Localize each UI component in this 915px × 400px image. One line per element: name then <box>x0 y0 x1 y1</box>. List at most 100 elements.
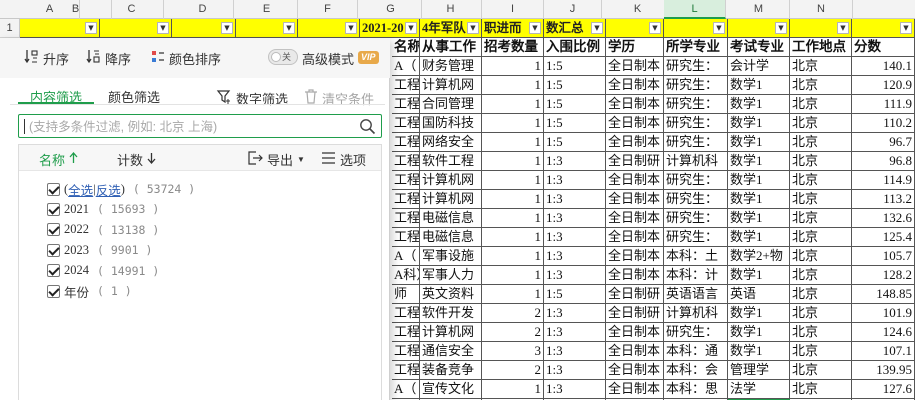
select-all-link[interactable]: 全选 <box>68 180 93 199</box>
table-cell[interactable]: 113.2 <box>852 190 915 209</box>
table-cell[interactable]: 工程 <box>392 152 420 171</box>
table-cell[interactable]: 全日制本 <box>606 380 664 399</box>
table-cell[interactable]: 北京 <box>790 228 852 247</box>
table-cell[interactable]: 北京 <box>790 95 852 114</box>
table-cell[interactable]: 1:3 <box>544 342 606 361</box>
filter-list-item[interactable]: 2024 ( 14991 ) <box>47 261 159 281</box>
table-cell[interactable]: 计算机科 <box>664 152 728 171</box>
table-cell[interactable]: 合同管理 <box>420 95 482 114</box>
table-cell[interactable]: 数学1 <box>728 304 790 323</box>
table-cell[interactable]: 1 <box>482 133 544 152</box>
table-cell[interactable]: 全日制研 <box>606 152 664 171</box>
table-cell[interactable]: 研究生： <box>664 114 728 133</box>
item-checkbox[interactable] <box>47 264 60 277</box>
table-cell[interactable]: 研究生： <box>664 228 728 247</box>
table-cell[interactable]: 研究生： <box>664 190 728 209</box>
title-cell[interactable]: ▼ <box>728 19 790 38</box>
table-cell[interactable]: 全日制本 <box>606 95 664 114</box>
table-cell[interactable]: 1 <box>482 190 544 209</box>
table-cell[interactable]: 1:5 <box>544 95 606 114</box>
table-cell[interactable]: 通信安全 <box>420 342 482 361</box>
table-cell[interactable]: 1:3 <box>544 209 606 228</box>
filter-dropdown-icon[interactable]: ▼ <box>837 22 849 34</box>
title-cell[interactable]: ▼ <box>236 19 298 38</box>
table-cell[interactable]: 1:5 <box>544 76 606 95</box>
table-cell[interactable]: 1:3 <box>544 228 606 247</box>
table-cell[interactable]: 全日制本 <box>606 171 664 190</box>
table-cell[interactable]: 本科：思 <box>664 380 728 399</box>
sort-ascending-button[interactable]: 升序 <box>24 48 69 68</box>
table-cell[interactable]: 数学1 <box>728 76 790 95</box>
field-header-cell[interactable]: 入围比例 <box>544 38 606 57</box>
table-cell[interactable]: 研究生： <box>664 76 728 95</box>
table-cell[interactable]: 北京 <box>790 323 852 342</box>
table-cell[interactable]: 工程 <box>392 190 420 209</box>
table-cell[interactable]: 1:5 <box>544 285 606 304</box>
column-header-k[interactable]: K <box>606 0 670 19</box>
item-checkbox[interactable] <box>47 223 60 236</box>
table-cell[interactable]: 网络安全 <box>420 133 482 152</box>
field-header-cell[interactable]: 分数 <box>852 38 915 57</box>
table-cell[interactable]: 全日制研 <box>606 285 664 304</box>
table-cell[interactable]: 1:3 <box>544 266 606 285</box>
table-cell[interactable]: 127.6 <box>852 380 915 399</box>
table-cell[interactable]: 139.95 <box>852 361 915 380</box>
table-cell[interactable]: 1 <box>482 171 544 190</box>
table-cell[interactable]: 电磁信息 <box>420 209 482 228</box>
table-cell[interactable]: 2 <box>482 304 544 323</box>
table-cell[interactable]: 计算机网 <box>420 171 482 190</box>
title-cell[interactable]: ▼ <box>100 19 172 38</box>
table-cell[interactable]: 北京 <box>790 190 852 209</box>
table-cell[interactable]: 工程 <box>392 133 420 152</box>
table-cell[interactable]: 全日制本 <box>606 228 664 247</box>
column-header-m[interactable]: M <box>728 0 790 19</box>
column-header-e[interactable]: E <box>236 0 298 19</box>
table-cell[interactable]: 工程 <box>392 304 420 323</box>
table-cell[interactable]: 本科：通 <box>664 342 728 361</box>
sort-by-name-button[interactable]: 名称 <box>39 150 78 169</box>
table-cell[interactable]: 1 <box>482 228 544 247</box>
column-header-h[interactable]: H <box>420 0 482 19</box>
table-cell[interactable]: 1 <box>482 209 544 228</box>
title-cell[interactable]: 数汇总 ▼ <box>544 19 606 38</box>
table-cell[interactable]: 英语语言 <box>664 285 728 304</box>
table-cell[interactable]: 工程 <box>392 95 420 114</box>
table-cell[interactable]: 1:3 <box>544 190 606 209</box>
table-cell[interactable]: 96.7 <box>852 133 915 152</box>
table-cell[interactable]: 107.1 <box>852 342 915 361</box>
table-cell[interactable]: 数学1 <box>728 190 790 209</box>
table-cell[interactable]: 96.8 <box>852 152 915 171</box>
column-header-n[interactable]: N <box>790 0 853 19</box>
filter-dropdown-icon[interactable]: ▼ <box>775 22 787 34</box>
title-cell[interactable]: ▼ <box>790 19 852 38</box>
title-cell[interactable]: 职进而 ▼ <box>482 19 544 38</box>
table-cell[interactable]: 101.9 <box>852 304 915 323</box>
filter-dropdown-icon[interactable]: ▼ <box>85 22 97 34</box>
table-cell[interactable]: 全日制本 <box>606 209 664 228</box>
table-cell[interactable]: 1 <box>482 95 544 114</box>
table-cell[interactable]: 110.2 <box>852 114 915 133</box>
table-cell[interactable]: 工程 <box>392 171 420 190</box>
filter-dropdown-icon[interactable]: ▼ <box>713 22 725 34</box>
filter-dropdown-icon[interactable]: ▼ <box>405 22 417 34</box>
table-cell[interactable]: 1 <box>482 285 544 304</box>
column-header-g[interactable]: G <box>360 0 422 19</box>
column-header-i[interactable]: I <box>482 0 544 19</box>
title-cell[interactable]: ▼ <box>606 19 664 38</box>
table-cell[interactable]: 数学1 <box>728 342 790 361</box>
table-cell[interactable]: 数学2+物 <box>728 247 790 266</box>
table-cell[interactable]: 105.7 <box>852 247 915 266</box>
title-cell[interactable]: ▼ <box>172 19 236 38</box>
table-cell[interactable]: 124.6 <box>852 323 915 342</box>
filter-list-item[interactable]: 2021 ( 15693 ) <box>47 199 159 219</box>
table-cell[interactable]: 软件开发 <box>420 304 482 323</box>
table-cell[interactable]: 北京 <box>790 114 852 133</box>
table-cell[interactable]: 2 <box>482 323 544 342</box>
table-cell[interactable]: 1 <box>482 57 544 76</box>
table-cell[interactable]: 114.9 <box>852 171 915 190</box>
table-cell[interactable]: 财务管理 <box>420 57 482 76</box>
item-checkbox[interactable] <box>47 243 60 257</box>
filter-dropdown-icon[interactable]: ▼ <box>900 22 912 34</box>
filter-list-item[interactable]: 2023 ( 9901 ) <box>47 240 152 260</box>
column-header-f[interactable]: F <box>298 0 358 19</box>
